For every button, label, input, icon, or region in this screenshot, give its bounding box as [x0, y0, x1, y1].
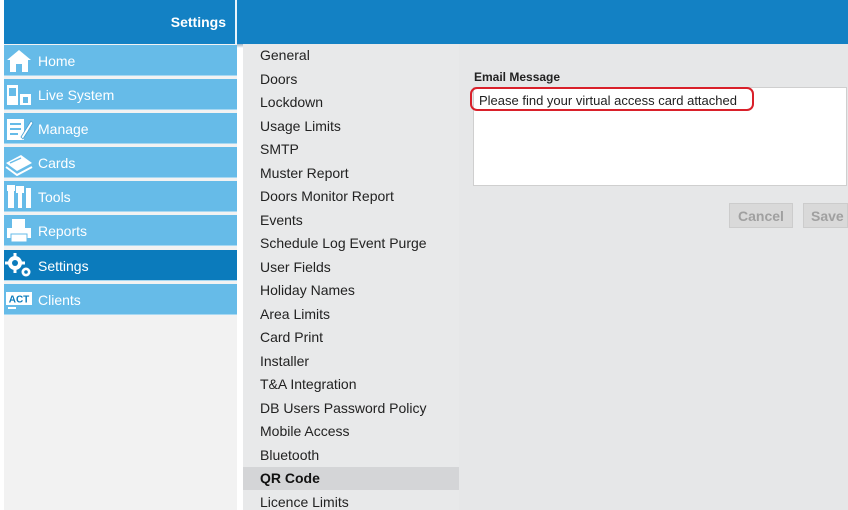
submenu-item[interactable]: User Fields	[243, 256, 459, 279]
submenu-item-label: User Fields	[260, 258, 331, 275]
sidebar-item-label: Settings	[38, 258, 89, 274]
sidebar-item-label: Tools	[38, 189, 71, 205]
submenu-item-label: T&A Integration	[260, 376, 357, 392]
submenu-item-label: General	[260, 47, 310, 63]
sidebar-item-settings[interactable]: Settings	[4, 250, 237, 281]
sidebar-item-label: Cards	[38, 155, 76, 171]
save-button[interactable]: Save	[803, 203, 848, 228]
settings-gear-icon	[5, 253, 31, 277]
tools-icon	[7, 185, 31, 208]
sidebar: Home Live System Manage Cards Tools Repo…	[4, 44, 237, 510]
submenu-item[interactable]: General	[243, 44, 459, 67]
submenu-item[interactable]: Events	[243, 209, 459, 232]
submenu-item-label: Licence Limits	[260, 493, 349, 510]
submenu-item[interactable]: DB Users Password Policy	[243, 397, 459, 420]
submenu-item[interactable]: Schedule Log Event Purge	[243, 232, 459, 255]
submenu-item-label: Bluetooth	[260, 446, 320, 463]
submenu-item[interactable]: Muster Report	[243, 162, 459, 185]
submenu-item-label: Lockdown	[260, 94, 324, 110]
submenu-item-label: Doors	[260, 70, 298, 87]
sidebar-item-live-system[interactable]: Live System	[4, 79, 237, 110]
submenu-item-label: Card Print	[260, 329, 324, 345]
email-message-label: Email Message	[474, 70, 561, 84]
cancel-button[interactable]: Cancel	[729, 203, 793, 228]
submenu-item[interactable]: Lockdown	[243, 91, 459, 114]
submenu-item-label: Mobile Access	[260, 423, 350, 439]
sidebar-item-label: Reports	[38, 223, 88, 239]
submenu-item-label: Usage Limits	[260, 117, 341, 134]
sidebar-item-tools[interactable]: Tools	[4, 181, 237, 212]
sidebar-item-label: Live System	[38, 87, 115, 103]
live-system-icon	[7, 85, 31, 105]
submenu-item-label: SMTP	[260, 141, 299, 157]
svg-text:ACT: ACT	[9, 295, 30, 306]
app-window: Settings Home Live System Manage Cards T…	[0, 0, 848, 510]
settings-submenu: General Doors Lockdown Usage Limits SMTP…	[243, 44, 459, 510]
sidebar-item-label: Clients	[38, 292, 81, 308]
submenu-item-label: Area Limits	[260, 305, 331, 322]
header-title-box: Settings	[4, 0, 237, 44]
submenu-item[interactable]: SMTP	[243, 138, 459, 161]
submenu-item-label: Schedule Log Event Purge	[260, 235, 427, 251]
submenu-item-active[interactable]: QR Code	[243, 467, 459, 490]
submenu-item-label: QR Code	[260, 470, 320, 486]
submenu-item-label: Doors Monitor Report	[260, 188, 394, 204]
submenu-item[interactable]: Installer	[243, 350, 459, 373]
save-button-label: Save	[811, 208, 844, 224]
cards-icon	[5, 155, 33, 176]
sidebar-item-home[interactable]: Home	[4, 45, 237, 76]
top-header: Settings	[4, 0, 848, 44]
sidebar-item-label: Home	[38, 53, 76, 69]
annotation-highlight	[470, 87, 754, 111]
submenu-item[interactable]: T&A Integration	[243, 373, 459, 396]
submenu-item[interactable]: Doors Monitor Report	[243, 185, 459, 208]
submenu-item-label: Holiday Names	[260, 282, 355, 298]
page-title: Settings	[170, 14, 226, 30]
cancel-button-label: Cancel	[738, 208, 784, 224]
manage-icon	[7, 119, 34, 140]
submenu-item[interactable]: Doors	[243, 68, 459, 91]
submenu-item[interactable]: Holiday Names	[243, 279, 459, 302]
sidebar-item-clients[interactable]: ACT Clients	[4, 284, 237, 315]
reports-icon	[7, 219, 31, 243]
submenu-item[interactable]: Card Print	[243, 326, 459, 349]
submenu-item[interactable]: Area Limits	[243, 303, 459, 326]
submenu-item[interactable]: Licence Limits	[243, 491, 459, 510]
sidebar-item-manage[interactable]: Manage	[4, 113, 237, 144]
sidebar-item-label: Manage	[38, 121, 89, 137]
submenu-item[interactable]: Bluetooth	[243, 444, 459, 467]
sidebar-item-reports[interactable]: Reports	[4, 215, 237, 246]
submenu-item-label: Events	[260, 211, 303, 228]
act-clients-icon: ACT	[6, 292, 32, 309]
submenu-item[interactable]: Mobile Access	[243, 420, 459, 443]
home-icon	[7, 50, 31, 72]
submenu-item[interactable]: Usage Limits	[243, 115, 459, 138]
submenu-item-label: Installer	[260, 352, 310, 369]
sidebar-item-cards[interactable]: Cards	[4, 147, 237, 178]
submenu-item-label: DB Users Password Policy	[260, 399, 427, 416]
submenu-item-label: Muster Report	[260, 164, 349, 181]
